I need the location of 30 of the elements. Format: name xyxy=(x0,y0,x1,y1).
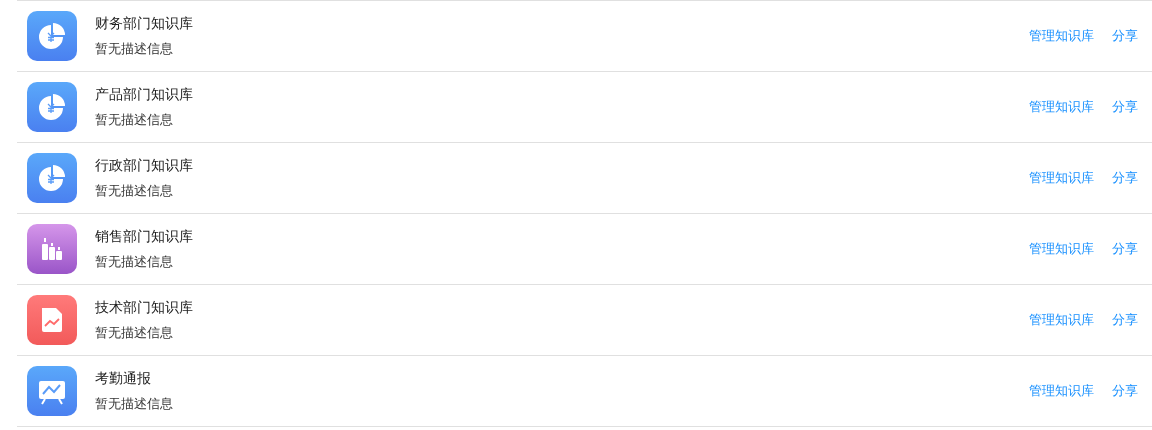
knowledge-base-title: 行政部门知识库 xyxy=(95,156,193,175)
manage-link[interactable]: 管理知识库 xyxy=(1029,240,1094,258)
pie-chart-icon xyxy=(27,82,77,132)
pie-chart-icon xyxy=(27,11,77,61)
manage-link[interactable]: 管理知识库 xyxy=(1029,169,1094,187)
manage-link[interactable]: 管理知识库 xyxy=(1029,27,1094,45)
pie-chart-icon xyxy=(27,153,77,203)
knowledge-base-description: 暂无描述信息 xyxy=(95,324,173,342)
knowledge-base-description: 暂无描述信息 xyxy=(95,182,173,200)
knowledge-base-description: 暂无描述信息 xyxy=(95,253,173,271)
knowledge-base-description: 暂无描述信息 xyxy=(95,395,173,413)
knowledge-base-description: 暂无描述信息 xyxy=(95,111,173,129)
knowledge-base-title: 考勤通报 xyxy=(95,369,151,388)
knowledge-base-title: 销售部门知识库 xyxy=(95,227,193,246)
knowledge-base-title: 技术部门知识库 xyxy=(95,298,193,317)
presentation-board-icon xyxy=(27,366,77,416)
bottles-icon xyxy=(27,224,77,274)
manage-link[interactable]: 管理知识库 xyxy=(1029,98,1094,116)
share-link[interactable]: 分享 xyxy=(1112,27,1138,45)
knowledge-base-title: 产品部门知识库 xyxy=(95,85,193,104)
share-link[interactable]: 分享 xyxy=(1112,169,1138,187)
chart-document-icon xyxy=(27,295,77,345)
manage-link[interactable]: 管理知识库 xyxy=(1029,311,1094,329)
share-link[interactable]: 分享 xyxy=(1112,382,1138,400)
share-link[interactable]: 分享 xyxy=(1112,240,1138,258)
share-link[interactable]: 分享 xyxy=(1112,98,1138,116)
knowledge-base-description: 暂无描述信息 xyxy=(95,40,173,58)
manage-link[interactable]: 管理知识库 xyxy=(1029,382,1094,400)
knowledge-base-title: 财务部门知识库 xyxy=(95,14,193,33)
share-link[interactable]: 分享 xyxy=(1112,311,1138,329)
